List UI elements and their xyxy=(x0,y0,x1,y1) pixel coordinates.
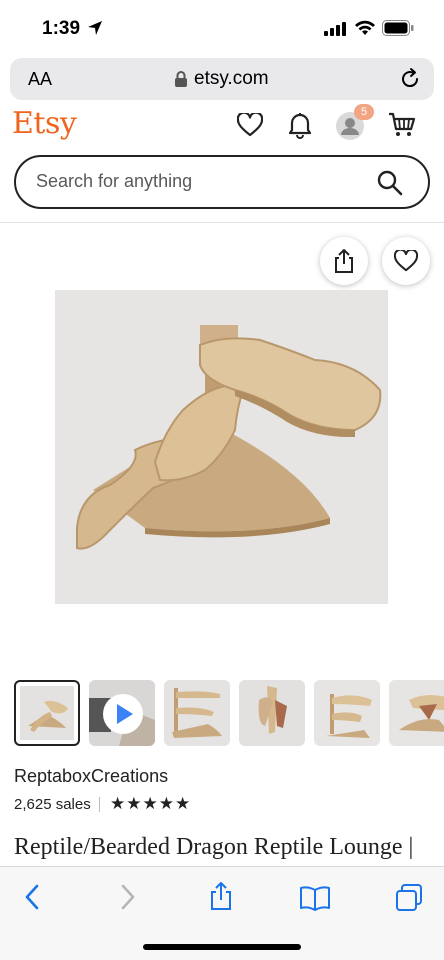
lock-icon xyxy=(175,71,187,87)
thumbnail-video[interactable] xyxy=(89,680,155,746)
status-bar: 1:39 xyxy=(0,0,444,54)
rating-stars[interactable]: ★★★★★ xyxy=(110,794,191,814)
thumbnail-6[interactable] xyxy=(389,680,444,746)
favorite-heart-icon xyxy=(394,250,418,272)
product-title: Reptile/Bearded Dragon Reptile Lounge | xyxy=(14,834,414,860)
share-icon[interactable] xyxy=(208,881,234,911)
clock-time: 1:39 xyxy=(42,18,81,39)
wifi-icon xyxy=(355,20,375,35)
thumbnail-3[interactable] xyxy=(164,680,230,746)
cart-icon[interactable] xyxy=(388,112,416,138)
thumbnail-image xyxy=(239,680,305,746)
sales-count: 2,625 sales xyxy=(14,796,91,813)
thumbnail-image xyxy=(20,686,74,740)
etsy-logo[interactable]: Etsy xyxy=(12,106,77,141)
home-indicator[interactable] xyxy=(143,944,301,950)
header-divider xyxy=(0,222,444,223)
favorite-button[interactable] xyxy=(382,237,430,285)
location-arrow-icon xyxy=(88,21,102,35)
url-text[interactable]: etsy.com xyxy=(194,68,269,90)
notification-badge: 5 xyxy=(354,104,374,120)
thumbnail-5[interactable] xyxy=(314,680,380,746)
thumbnail-image xyxy=(389,680,444,746)
divider xyxy=(99,797,100,812)
thumbnail-image xyxy=(314,680,380,746)
battery-icon xyxy=(382,20,414,36)
shop-name-link[interactable]: ReptaboxCreations xyxy=(14,766,168,787)
tabs-icon[interactable] xyxy=(394,883,424,913)
text-size-button[interactable]: AA xyxy=(28,69,52,90)
share-button[interactable] xyxy=(320,237,368,285)
product-main-image[interactable] xyxy=(55,290,388,604)
back-icon[interactable] xyxy=(22,883,42,911)
thumbnail-1[interactable] xyxy=(14,680,80,746)
bookmarks-icon[interactable] xyxy=(299,885,331,911)
reload-icon[interactable] xyxy=(398,67,422,91)
thumbnail-image xyxy=(164,680,230,746)
thumbnail-image xyxy=(89,680,155,746)
cellular-signal-icon xyxy=(324,22,346,36)
thumbnail-4[interactable] xyxy=(239,680,305,746)
bell-icon[interactable] xyxy=(288,111,312,139)
address-bar[interactable]: AA etsy.com xyxy=(10,58,434,100)
search-bar[interactable] xyxy=(14,155,430,209)
search-input[interactable] xyxy=(36,171,356,192)
heart-icon[interactable] xyxy=(237,113,263,137)
share-icon xyxy=(335,249,353,273)
forward-icon[interactable] xyxy=(118,883,138,911)
search-icon[interactable] xyxy=(376,169,404,197)
